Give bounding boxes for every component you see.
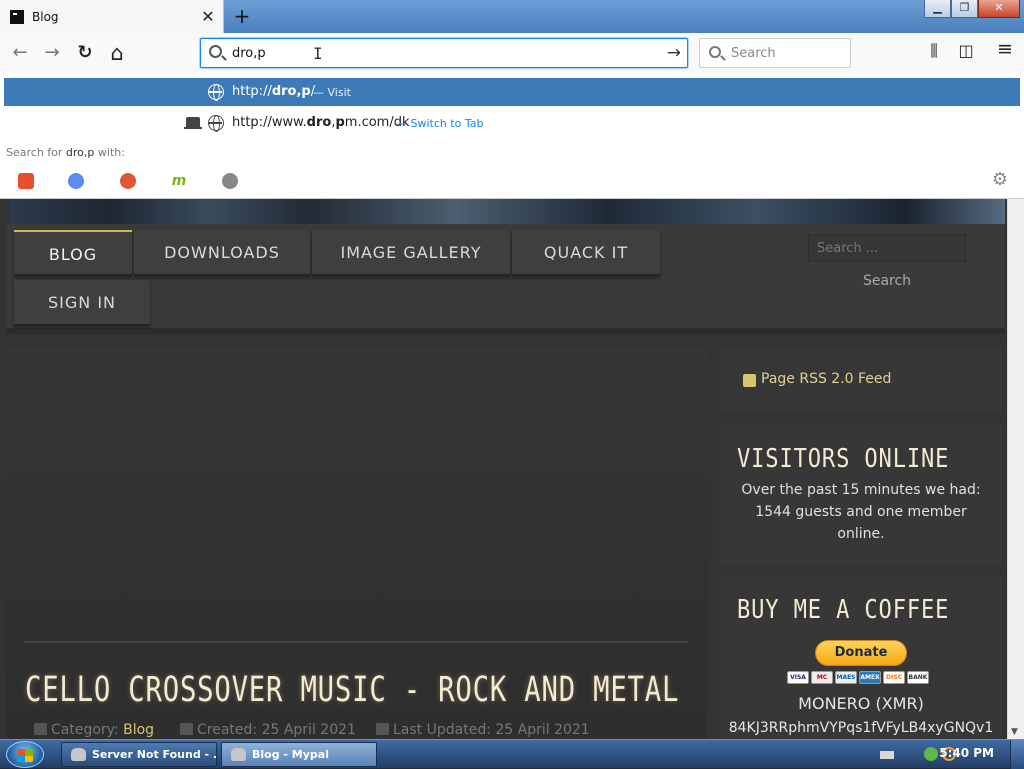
duckduckgo-engine-icon[interactable] bbox=[120, 173, 136, 189]
menu-item-sign-in[interactable]: SIGN IN bbox=[14, 280, 150, 326]
menu-item-downloads[interactable]: DOWNLOADS bbox=[134, 230, 310, 276]
keyboard-icon[interactable] bbox=[880, 751, 894, 759]
search-engines-row: m ⚙ bbox=[0, 167, 1024, 197]
mojeek-engine-icon[interactable]: m bbox=[171, 173, 187, 189]
mastercard-icon: MC bbox=[811, 671, 833, 684]
search-box[interactable]: Search bbox=[699, 38, 851, 68]
article-created: Created: 25 April 2021 bbox=[180, 722, 356, 738]
brave-engine-icon[interactable] bbox=[18, 173, 34, 189]
home-button[interactable]: ⌂ bbox=[105, 41, 129, 65]
payment-cards: VISA MC MAES AMEX DISC BANK bbox=[787, 671, 929, 684]
suggestion-action: — Switch to Tab bbox=[396, 117, 484, 130]
suggestion-visit[interactable]: http://dro,p/ — Visit bbox=[4, 78, 1020, 106]
visitors-heading: VISITORS ONLINE bbox=[737, 444, 950, 474]
search-placeholder: Search bbox=[731, 46, 776, 61]
coffee-module: BUY ME A COFFEE Donate VISA MC MAES AMEX… bbox=[720, 577, 1002, 739]
article-updated: Last Updated: 25 April 2021 bbox=[376, 722, 590, 738]
site-search-button[interactable]: Search bbox=[853, 266, 921, 296]
monero-label: MONERO (XMR) bbox=[798, 694, 924, 713]
rss-link[interactable]: Page RSS 2.0 Feed bbox=[761, 371, 891, 387]
close-tab-icon[interactable]: ✕ bbox=[199, 7, 217, 26]
url-input[interactable]: dro,p bbox=[232, 46, 266, 61]
coffee-heading: BUY ME A COFFEE bbox=[737, 595, 950, 625]
globe-icon bbox=[208, 115, 224, 132]
menu-item-quack-it[interactable]: QUACK IT bbox=[512, 230, 660, 276]
search-icon bbox=[209, 45, 222, 58]
menu-icon[interactable]: ≡ bbox=[994, 38, 1016, 60]
article-category: Category: Blog bbox=[34, 722, 154, 738]
minimize-button[interactable]: ▁ bbox=[924, 0, 951, 18]
close-window-button[interactable]: ✕ bbox=[978, 0, 1020, 18]
browser-app-icon bbox=[71, 748, 86, 761]
site-menu: BLOG DOWNLOADS IMAGE GALLERY QUACK IT SI… bbox=[6, 224, 1005, 334]
suggestion-switch-tab[interactable]: http://www.dro,pm.com/dk — Switch to Tab bbox=[0, 109, 1024, 137]
qwant-engine-icon[interactable] bbox=[68, 173, 84, 189]
visitors-module: VISITORS ONLINE Over the past 15 minutes… bbox=[720, 425, 1002, 565]
forward-button[interactable]: → bbox=[40, 41, 64, 65]
start-button[interactable] bbox=[6, 741, 44, 768]
calendar-icon bbox=[180, 723, 193, 735]
tab-title: Blog bbox=[32, 9, 59, 24]
gear-icon[interactable]: ⚙ bbox=[992, 169, 1008, 190]
web-page: BLOG DOWNLOADS IMAGE GALLERY QUACK IT SI… bbox=[0, 199, 1024, 739]
maximize-button[interactable]: ❐ bbox=[951, 0, 978, 18]
page-scrollbar[interactable] bbox=[1007, 199, 1024, 739]
suggestion-url: http://www.dro,pm.com/dk bbox=[232, 115, 410, 130]
divider bbox=[24, 641, 688, 643]
monero-address[interactable]: 84KJ3RRphmVYPqs1fVFyLB4xyGNQv1 bbox=[720, 720, 1002, 736]
category-link[interactable]: Blog bbox=[123, 722, 154, 738]
calendar-icon bbox=[376, 723, 389, 735]
library-icon[interactable]: ⫼ bbox=[923, 41, 945, 61]
network-icon[interactable] bbox=[924, 747, 938, 761]
menu-item-image-gallery[interactable]: IMAGE GALLERY bbox=[312, 230, 510, 276]
title-bar: Blog ✕ + ▁ ❐ ✕ bbox=[0, 0, 1024, 33]
amex-icon: AMEX bbox=[859, 671, 881, 684]
taskbar-item-server-not-found[interactable]: Server Not Found - ... bbox=[61, 742, 217, 767]
back-button[interactable]: ← bbox=[8, 41, 32, 65]
suggestion-url: http://dro,p/ bbox=[232, 84, 316, 99]
article-area: CELLO CROSSOVER MUSIC - ROCK AND METAL C… bbox=[6, 348, 707, 739]
tab-icon bbox=[184, 117, 202, 129]
site-banner-image bbox=[10, 199, 1005, 224]
discover-icon: DISC bbox=[883, 671, 905, 684]
donate-button[interactable]: Donate bbox=[815, 640, 907, 666]
menu-item-blog[interactable]: BLOG bbox=[14, 230, 132, 276]
reload-button[interactable]: ↻ bbox=[73, 41, 97, 65]
visa-icon: VISA bbox=[787, 671, 809, 684]
new-tab-button[interactable]: + bbox=[232, 4, 252, 28]
globe-icon bbox=[208, 84, 224, 101]
text-cursor-icon: I bbox=[313, 44, 323, 63]
search-engine-icon[interactable] bbox=[222, 173, 238, 189]
taskbar: Server Not Found - ... Blog - Mypal 5:40… bbox=[0, 739, 1024, 769]
folder-icon bbox=[34, 723, 47, 735]
rss-icon bbox=[743, 374, 756, 387]
search-for-label: Search for dro,p with: bbox=[6, 146, 125, 159]
tab-blog[interactable]: Blog ✕ bbox=[0, 0, 224, 33]
url-suggestions-dropdown: http://dro,p/ — Visit http://www.dro,pm.… bbox=[0, 73, 1024, 199]
browser-app-icon bbox=[231, 748, 246, 761]
search-icon bbox=[709, 46, 721, 58]
url-bar[interactable]: dro,p I → bbox=[200, 38, 688, 68]
show-desktop-button[interactable] bbox=[1010, 740, 1024, 769]
taskbar-item-blog[interactable]: Blog - Mypal bbox=[221, 742, 377, 767]
article-title[interactable]: CELLO CROSSOVER MUSIC - ROCK AND METAL bbox=[25, 670, 679, 710]
go-arrow-icon[interactable]: → bbox=[667, 43, 681, 63]
maestro-icon: MAES bbox=[835, 671, 857, 684]
site-favicon-icon bbox=[10, 9, 24, 24]
clock[interactable]: 5:40 PM bbox=[939, 746, 994, 760]
rss-module: Page RSS 2.0 Feed bbox=[720, 348, 1002, 412]
sidebar-icon[interactable]: ◫ bbox=[955, 41, 977, 60]
suggestion-action: — Visit bbox=[313, 86, 351, 99]
bank-icon: BANK bbox=[907, 671, 929, 684]
navigation-bar: ← → ↻ ⌂ dro,p I → Search ⫼ ◫ ≡ bbox=[0, 33, 1024, 73]
visitors-text: Over the past 15 minutes we had: 1544 gu… bbox=[741, 482, 981, 542]
site-search-input[interactable]: Search ... bbox=[808, 234, 966, 262]
